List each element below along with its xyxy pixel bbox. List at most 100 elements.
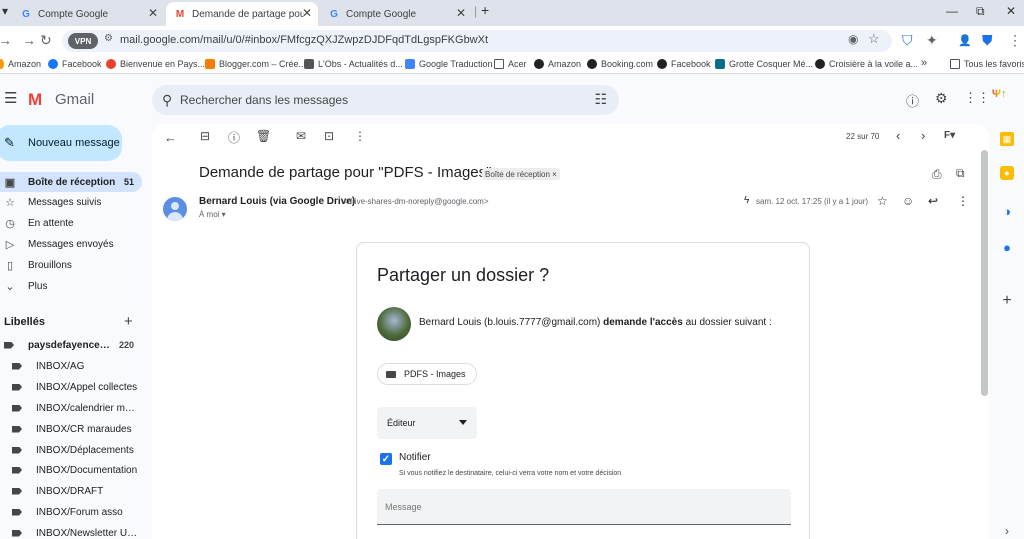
account-avatar-icon[interactable]: Ψ↑ xyxy=(992,88,1014,106)
help-icon[interactable]: ⓘ xyxy=(906,91,919,110)
reply-icon[interactable]: ↩ xyxy=(928,194,938,208)
tab-search-chevron-icon[interactable]: ▾ xyxy=(2,4,8,18)
contacts-icon[interactable]: ● xyxy=(1000,240,1014,255)
sidebar-item-sent[interactable]: ▷ Messages envoyés xyxy=(0,234,142,254)
more-options-icon[interactable]: ⋮ xyxy=(354,129,366,143)
previous-message-icon[interactable]: ‹ xyxy=(896,128,900,143)
bookmark-lobs[interactable]: L'Obs - Actualités d... xyxy=(304,59,403,69)
search-placeholder[interactable]: Rechercher dans les messages xyxy=(180,93,348,107)
search-bar[interactable]: ⚲ Rechercher dans les messages ☷ xyxy=(152,85,619,115)
close-tab-icon[interactable]: ✕ xyxy=(456,6,466,20)
delete-icon[interactable]: 🗑 xyxy=(256,129,271,143)
bookmark-acer[interactable]: Acer xyxy=(494,59,527,69)
scrollbar-thumb[interactable] xyxy=(981,150,988,396)
input-tools-icon[interactable]: F▾ xyxy=(944,130,955,141)
add-label-button[interactable]: + xyxy=(124,313,133,330)
search-options-icon[interactable]: ☷ xyxy=(594,91,607,108)
bookmark-bienvenue[interactable]: Bienvenue en Pays... xyxy=(106,59,205,69)
move-to-folder-icon[interactable]: ⊡ xyxy=(324,129,334,143)
message-field[interactable] xyxy=(377,489,791,525)
url-text[interactable]: mail.google.com/mail/u/0/#inbox/FMfcgzQX… xyxy=(120,34,488,46)
bookmarks-overflow-button[interactable]: » xyxy=(921,57,927,69)
gmail-logo-icon[interactable]: M xyxy=(28,90,42,110)
recipient-dropdown[interactable]: À moi ▾ xyxy=(199,210,226,219)
bookmark-blogger[interactable]: Blogger.com – Crée... xyxy=(205,59,306,69)
forward-arrow-icon[interactable]: → xyxy=(22,32,36,48)
tab-compte-google-1[interactable]: G Compte Google ✕ xyxy=(12,2,164,26)
close-window-icon[interactable]: ✕ xyxy=(1006,4,1016,18)
gmail-logo-text[interactable]: Gmail xyxy=(55,91,94,108)
apps-grid-icon[interactable]: ⋮⋮ xyxy=(964,90,990,106)
open-in-new-window-icon[interactable]: ⧉ xyxy=(956,166,965,181)
close-tab-icon[interactable]: ✕ xyxy=(148,6,158,20)
back-to-inbox-icon[interactable]: ← xyxy=(164,130,177,145)
label-item[interactable]: INBOX/Appel collectes xyxy=(0,377,148,397)
bookmark-facebook-2[interactable]: Facebook xyxy=(657,59,711,69)
tab-demande-de-partage[interactable]: M Demande de partage pour "PDF ✕ xyxy=(166,2,318,26)
sidebar-item-inbox[interactable]: ▣ Boîte de réception 51 xyxy=(0,172,142,192)
compose-button[interactable]: ✎ Nouveau message xyxy=(0,125,122,161)
role-dropdown[interactable]: Éditeur xyxy=(377,407,477,439)
label-item[interactable]: INBOX/DRAFT xyxy=(0,481,148,501)
close-tab-icon[interactable]: ✕ xyxy=(302,6,312,20)
label-item[interactable]: INBOX/Déplacements xyxy=(0,440,148,460)
label-item[interactable]: INBOX/AG xyxy=(0,356,148,376)
vpn-badge[interactable]: VPN xyxy=(68,33,98,49)
label-item[interactable]: INBOX/Forum asso xyxy=(0,502,148,522)
back-arrow-icon[interactable]: → xyxy=(0,32,12,48)
sender-avatar[interactable] xyxy=(163,197,187,221)
bookmark-google-traduction[interactable]: Google Traduction xyxy=(405,59,493,69)
extension-shield-icon[interactable]: ⛉ xyxy=(902,32,913,49)
bookmark-croisiere[interactable]: Croisière à la voile a... xyxy=(815,59,918,69)
main-menu-icon[interactable]: ☰ xyxy=(4,89,17,107)
label-item[interactable]: INBOX/CR maraudes xyxy=(0,419,148,439)
all-bookmarks-button[interactable]: Tous les favoris xyxy=(950,59,1024,69)
search-icon[interactable]: ⚲ xyxy=(162,92,172,109)
tasks-icon[interactable]: ◑ xyxy=(1000,204,1014,219)
hide-side-panel-icon[interactable]: › xyxy=(1000,524,1014,538)
label-item[interactable]: INBOX/Newsletter Ukr... xyxy=(0,523,148,539)
extensions-puzzle-icon[interactable]: ✦ xyxy=(926,32,938,49)
security-shield-icon[interactable]: ⛊ xyxy=(982,32,993,49)
inbox-label-chip[interactable]: Boîte de réception × xyxy=(482,168,560,180)
sender-name[interactable]: Bernard Louis (via Google Drive) xyxy=(199,196,355,207)
mark-unread-icon[interactable]: ✉ xyxy=(296,129,306,143)
profile-icon[interactable]: 👤 xyxy=(958,34,972,47)
bookmark-star-icon[interactable]: ☆ xyxy=(868,31,880,47)
notify-checkbox[interactable]: ✓ xyxy=(380,453,392,465)
new-tab-button[interactable]: + xyxy=(481,2,489,18)
sidebar-item-more[interactable]: ⌄ Plus xyxy=(0,276,142,296)
message-input[interactable] xyxy=(377,489,791,524)
eye-icon[interactable]: ◉ xyxy=(848,32,858,46)
bookmark-amazon-2[interactable]: Amazon xyxy=(534,59,581,69)
sidebar-item-starred[interactable]: ☆ Messages suivis xyxy=(0,192,142,212)
emoji-reaction-icon[interactable]: ☺ xyxy=(902,194,914,208)
restore-icon[interactable]: ⧉ xyxy=(976,4,985,19)
browser-menu-icon[interactable]: ⋮ xyxy=(1008,32,1022,49)
sidebar-item-snoozed[interactable]: ◷ En attente xyxy=(0,213,142,233)
bookmark-facebook[interactable]: Facebook xyxy=(48,59,102,69)
label-item[interactable]: paysdefayences... 220 xyxy=(0,335,148,355)
bookmark-grotte-cosquer[interactable]: Grotte Cosquer Mé... xyxy=(715,59,813,69)
site-settings-icon[interactable]: ⚙ xyxy=(104,33,113,44)
archive-icon[interactable]: ⊟ xyxy=(200,129,210,143)
message-more-icon[interactable]: ⋮ xyxy=(957,194,969,208)
bookmark-booking[interactable]: Booking.com xyxy=(587,59,653,69)
print-icon[interactable]: ⎙ xyxy=(932,167,942,182)
add-addon-icon[interactable]: + xyxy=(1000,292,1014,309)
report-spam-icon[interactable]: ⓘ xyxy=(228,129,240,146)
settings-gear-icon[interactable]: ⚙ xyxy=(935,90,948,107)
next-message-icon[interactable]: › xyxy=(921,128,925,143)
bookmark-amazon[interactable]: Amazon xyxy=(0,59,41,69)
reload-icon[interactable]: ↻ xyxy=(40,32,52,49)
label-item[interactable]: INBOX/Documentation xyxy=(0,460,148,480)
keep-icon[interactable]: ● xyxy=(1000,166,1014,180)
folder-chip[interactable]: PDFS - Images xyxy=(377,363,477,385)
calendar-icon[interactable]: ▦ xyxy=(1000,132,1014,146)
minimize-icon[interactable]: — xyxy=(946,4,958,18)
sidebar-item-drafts[interactable]: ▯ Brouillons xyxy=(0,255,142,275)
star-icon[interactable]: ☆ xyxy=(877,194,888,208)
tab-compte-google-2[interactable]: G Compte Google ✕ xyxy=(320,2,472,26)
label-item[interactable]: INBOX/calendrier mar... xyxy=(0,398,148,418)
address-bar[interactable]: VPN ⚙ mail.google.com/mail/u/0/#inbox/FM… xyxy=(62,30,892,52)
